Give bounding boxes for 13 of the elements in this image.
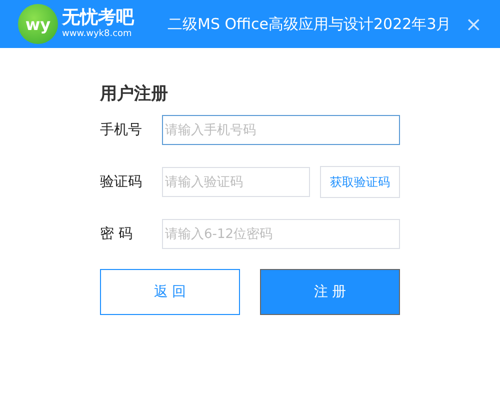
close-button[interactable]: × <box>465 12 482 36</box>
window-title: 二级MS Office高级应用与设计2022年3月 <box>168 14 452 34</box>
get-code-button[interactable]: 获取验证码 <box>320 166 400 198</box>
field-label: 密 码 <box>100 225 134 243</box>
register-button[interactable]: 注 册 <box>260 269 400 315</box>
form-title: 用户注册 <box>100 83 169 105</box>
logo-name: 无忧考吧 <box>62 9 134 27</box>
logo-url: www.wyk8.com <box>62 30 133 39</box>
back-button[interactable]: 返 回 <box>100 269 240 315</box>
field-label: 手机号 <box>100 121 143 139</box>
logo-icon: wy <box>18 4 58 44</box>
field-label: 验证码 <box>100 173 143 191</box>
input-field[interactable]: 请输入手机号码 <box>162 115 400 145</box>
